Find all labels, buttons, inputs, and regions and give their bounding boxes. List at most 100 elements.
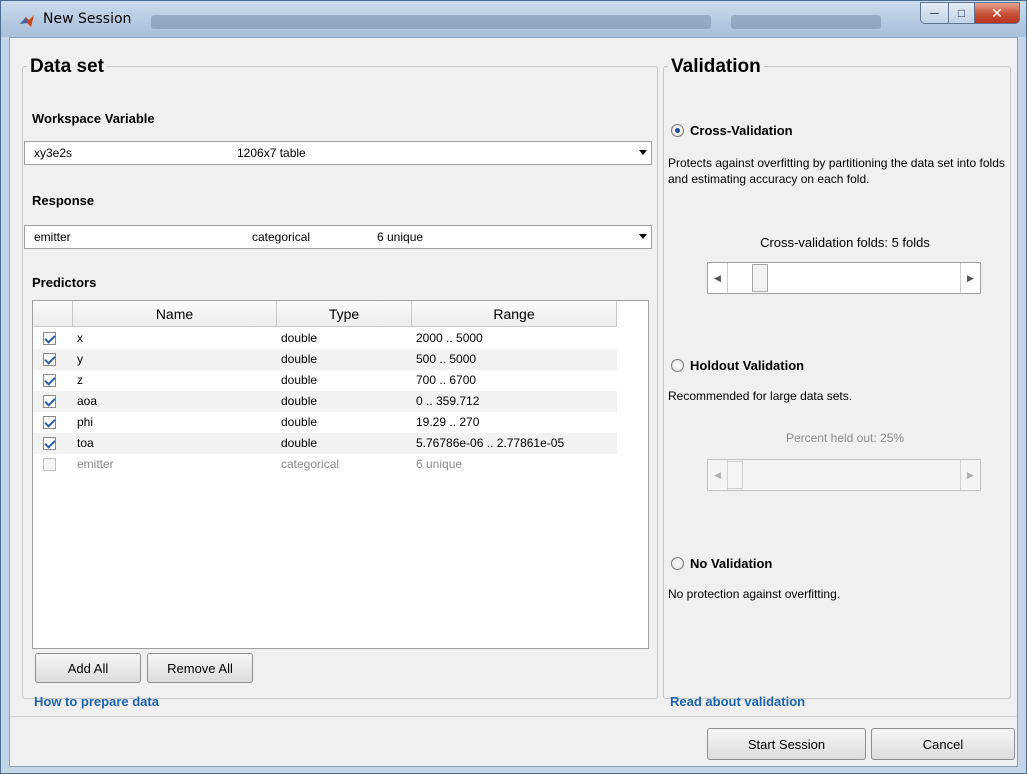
table-row[interactable]: z double 700 .. 6700 <box>33 370 617 391</box>
holdout-validation-description: Recommended for large data sets. <box>668 389 853 403</box>
row-name: y <box>77 352 83 366</box>
window-controls: ─ □ ✕ <box>920 2 1020 24</box>
slider-left-arrow-icon[interactable]: ◀ <box>708 460 728 490</box>
read-about-validation-link[interactable]: Read about validation <box>670 694 805 709</box>
window-title: New Session <box>43 11 132 27</box>
row-checkbox-cell <box>33 349 73 370</box>
column-header-name[interactable]: Name <box>73 301 277 327</box>
start-session-button[interactable]: Start Session <box>707 728 866 760</box>
cross-validation-description: Protects against overfitting by partitio… <box>668 156 1005 186</box>
chevron-down-icon <box>639 150 647 155</box>
response-dropdown[interactable]: emitter categorical 6 unique <box>24 225 652 249</box>
table-header: Name Type Range <box>33 301 617 327</box>
row-checkbox[interactable] <box>43 374 56 387</box>
minimize-button[interactable]: ─ <box>920 2 948 24</box>
response-name: emitter <box>34 230 71 244</box>
validation-legend: Validation <box>668 56 764 78</box>
response-info: 6 unique <box>377 230 424 244</box>
row-type: double <box>281 436 318 450</box>
slider-thumb[interactable] <box>752 264 768 292</box>
close-icon: ✕ <box>991 4 1003 21</box>
no-validation-label[interactable]: No Validation <box>690 556 772 571</box>
holdout-percent-slider[interactable]: ◀ ▶ <box>707 459 981 491</box>
row-name: z <box>77 373 83 387</box>
slider-right-arrow-icon[interactable]: ▶ <box>960 460 980 490</box>
how-to-prepare-data-link[interactable]: How to prepare data <box>34 694 159 709</box>
table-row[interactable]: emitter categorical 6 unique <box>33 454 617 475</box>
table-row[interactable]: phi double 19.29 .. 270 <box>33 412 617 433</box>
column-header-type[interactable]: Type <box>277 301 412 327</box>
row-checkbox-cell <box>33 391 73 412</box>
title-bar[interactable]: New Session ─ □ ✕ <box>1 1 1026 37</box>
row-checkbox-cell <box>33 328 73 349</box>
predictors-label: Predictors <box>32 275 97 290</box>
slider-thumb[interactable] <box>727 461 743 489</box>
row-checkbox[interactable] <box>43 332 56 345</box>
workspace-variable-label: Workspace Variable <box>32 111 155 126</box>
row-type: double <box>281 331 318 345</box>
no-validation-description: No protection against overfitting. <box>668 587 841 601</box>
minimize-icon: ─ <box>930 6 939 20</box>
holdout-percent-caption: Percent held out: 25% <box>785 431 905 445</box>
row-range: 500 .. 5000 <box>416 352 477 366</box>
no-validation-radio[interactable] <box>671 557 684 570</box>
predictors-table: Name Type Range x double 2000 .. 5000 y doub… <box>32 300 649 649</box>
row-name: emitter <box>77 457 114 471</box>
table-row[interactable]: toa double 5.76786e-06 .. 2.77861e-05 <box>33 433 617 454</box>
background-blur <box>731 15 881 29</box>
cross-validation-label[interactable]: Cross-Validation <box>690 123 793 138</box>
row-range: 19.29 .. 270 <box>416 415 480 429</box>
row-type: double <box>281 415 318 429</box>
maximize-button[interactable]: □ <box>948 2 974 24</box>
cross-validation-radio[interactable] <box>671 124 684 137</box>
row-name: aoa <box>77 394 98 408</box>
row-checkbox[interactable] <box>43 353 56 366</box>
background-blur <box>151 15 711 29</box>
close-button[interactable]: ✕ <box>974 2 1020 24</box>
matlab-logo-icon <box>20 15 34 27</box>
row-checkbox[interactable] <box>43 458 56 471</box>
row-checkbox-cell <box>33 433 73 454</box>
slider-right-arrow-icon[interactable]: ▶ <box>960 263 980 293</box>
row-checkbox[interactable] <box>43 437 56 450</box>
response-type: categorical <box>252 230 311 244</box>
column-header-range[interactable]: Range <box>412 301 617 327</box>
add-all-button[interactable]: Add All <box>35 653 141 683</box>
response-label: Response <box>32 193 95 208</box>
workspace-variable-name: xy3e2s <box>34 146 73 160</box>
row-checkbox-cell <box>33 412 73 433</box>
row-type: double <box>281 394 318 408</box>
checkbox-column-header[interactable] <box>33 301 73 327</box>
row-range: 700 .. 6700 <box>416 373 477 387</box>
cancel-button[interactable]: Cancel <box>871 728 1015 760</box>
row-name: toa <box>77 436 94 450</box>
row-range: 0 .. 359.712 <box>416 394 480 408</box>
holdout-validation-radio[interactable] <box>671 359 684 372</box>
row-checkbox[interactable] <box>43 416 56 429</box>
dataset-legend: Data set <box>27 56 107 78</box>
workspace-variable-dropdown[interactable]: xy3e2s 1206x7 table <box>24 141 652 165</box>
row-type: double <box>281 352 318 366</box>
row-range: 2000 .. 5000 <box>416 331 483 345</box>
holdout-validation-label[interactable]: Holdout Validation <box>690 358 804 373</box>
row-checkbox-cell <box>33 454 73 475</box>
row-range: 6 unique <box>416 457 463 471</box>
row-type: double <box>281 373 318 387</box>
cross-validation-folds-slider[interactable]: ◀ ▶ <box>707 262 981 294</box>
remove-all-button[interactable]: Remove All <box>147 653 253 683</box>
row-name: x <box>77 331 83 345</box>
row-name: phi <box>77 415 94 429</box>
maximize-icon: □ <box>957 6 966 20</box>
cross-validation-folds-caption: Cross-validation folds: 5 folds <box>760 235 930 250</box>
slider-left-arrow-icon[interactable]: ◀ <box>708 263 728 293</box>
chevron-down-icon <box>639 234 647 239</box>
new-session-window: New Session ─ □ ✕ Data set Workspace Var… <box>0 0 1027 774</box>
table-row[interactable]: y double 500 .. 5000 <box>33 349 617 370</box>
table-row[interactable]: aoa double 0 .. 359.712 <box>33 391 617 412</box>
row-range: 5.76786e-06 .. 2.77861e-05 <box>416 436 565 450</box>
workspace-variable-size: 1206x7 table <box>237 146 306 160</box>
row-checkbox[interactable] <box>43 395 56 408</box>
row-checkbox-cell <box>33 370 73 391</box>
dialog-content: Data set Workspace Variable xy3e2s 1206x… <box>9 37 1018 767</box>
table-row[interactable]: x double 2000 .. 5000 <box>33 328 617 349</box>
